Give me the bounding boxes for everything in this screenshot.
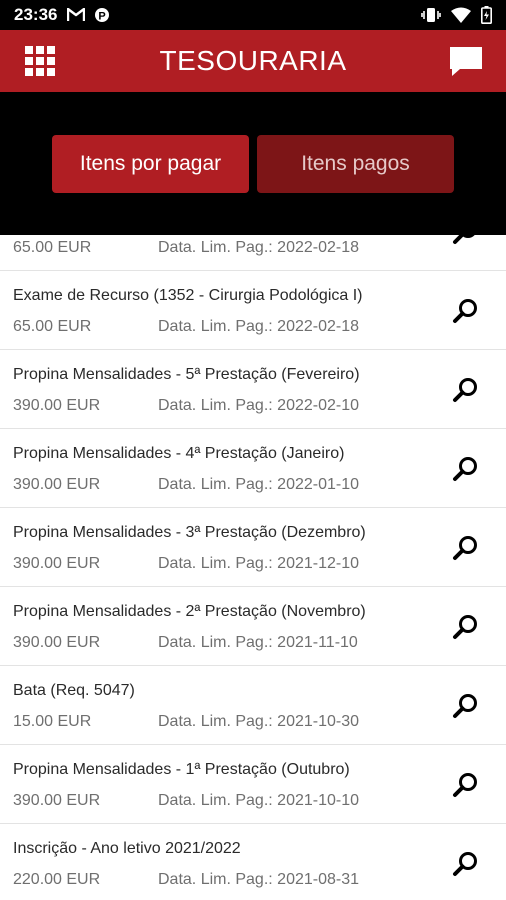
- battery-icon: [481, 6, 492, 24]
- item-due-date: Data. Lim. Pag.: 2022-02-18: [158, 318, 360, 335]
- magnifier-icon[interactable]: [452, 455, 480, 483]
- item-amount: 390.00 EUR: [13, 792, 101, 809]
- magnifier-icon[interactable]: [452, 692, 480, 720]
- item-title: Propina Mensalidades - 3ª Prestação (Dez…: [13, 524, 366, 541]
- magnifier-icon[interactable]: [452, 376, 480, 404]
- page-title: TESOURARIA: [159, 45, 347, 76]
- chat-icon[interactable]: [448, 45, 484, 77]
- item-title: Propina Mensalidades - 2ª Prestação (Nov…: [13, 603, 366, 620]
- item-title: Propina Mensalidades - 1ª Prestação (Out…: [13, 761, 350, 778]
- magnifier-icon[interactable]: [452, 850, 480, 878]
- item-due-date: Data. Lim. Pag.: 2021-12-10: [158, 555, 360, 572]
- list-item[interactable]: Bata (Req. 5047) 15.00 EUR Data. Lim. Pa…: [0, 666, 506, 745]
- list-item[interactable]: Propina Mensalidades - 2ª Prestação (Nov…: [0, 587, 506, 666]
- list-item[interactable]: Propina Mensalidades - 5ª Prestação (Fev…: [0, 350, 506, 429]
- item-amount: 390.00 EUR: [13, 397, 101, 414]
- tab-itens-por-pagar[interactable]: Itens por pagar: [52, 134, 249, 193]
- magnifier-icon[interactable]: [452, 297, 480, 325]
- payment-items-list[interactable]: 65.00 EUR Data. Lim. Pag.: 2022-02-18 Ex…: [0, 235, 506, 900]
- item-amount: 65.00 EUR: [13, 318, 92, 335]
- item-title: Propina Mensalidades - 5ª Prestação (Fev…: [13, 366, 360, 383]
- svg-text:P: P: [99, 11, 106, 23]
- wifi-icon: [451, 7, 471, 23]
- magnifier-icon[interactable]: [452, 613, 480, 641]
- magnifier-icon[interactable]: [452, 235, 480, 246]
- list-item[interactable]: Propina Mensalidades - 4ª Prestação (Jan…: [0, 429, 506, 508]
- item-title: Bata (Req. 5047): [13, 682, 135, 699]
- item-due-date: Data. Lim. Pag.: 2021-11-10: [158, 634, 358, 651]
- item-amount: 390.00 EUR: [13, 634, 101, 651]
- list-item[interactable]: 65.00 EUR Data. Lim. Pag.: 2022-02-18: [0, 235, 506, 271]
- tabs-panel: Itens por pagar Itens pagos: [0, 92, 506, 235]
- status-bar: 23:36 P: [0, 0, 506, 30]
- item-amount: 220.00 EUR: [13, 871, 101, 888]
- status-right: [421, 6, 492, 24]
- magnifier-icon[interactable]: [452, 771, 480, 799]
- item-due-date: Data. Lim. Pag.: 2021-10-10: [158, 792, 360, 809]
- item-due-date: Data. Lim. Pag.: 2021-10-30: [158, 713, 360, 730]
- item-amount: 15.00 EUR: [13, 713, 92, 730]
- gmail-icon: [67, 8, 86, 22]
- item-due-date: Data. Lim. Pag.: 2022-02-18: [158, 239, 360, 256]
- grid-menu-icon[interactable]: [25, 46, 55, 76]
- list-item[interactable]: Inscrição - Ano letivo 2021/2022 220.00 …: [0, 824, 506, 900]
- app-bar: TESOURARIA: [0, 30, 506, 92]
- tab-itens-pagos[interactable]: Itens pagos: [257, 134, 454, 193]
- parking-icon: P: [95, 7, 110, 23]
- list-item[interactable]: Exame de Recurso (1352 - Cirurgia Podoló…: [0, 271, 506, 350]
- magnifier-icon[interactable]: [452, 534, 480, 562]
- vibrate-icon: [421, 7, 441, 23]
- item-title: Inscrição - Ano letivo 2021/2022: [13, 840, 241, 857]
- status-left: 23:36 P: [14, 5, 110, 25]
- item-title: Propina Mensalidades - 4ª Prestação (Jan…: [13, 445, 345, 462]
- item-amount: 390.00 EUR: [13, 476, 101, 493]
- status-time: 23:36: [14, 5, 58, 24]
- list-item[interactable]: Propina Mensalidades - 1ª Prestação (Out…: [0, 745, 506, 824]
- item-amount: 390.00 EUR: [13, 555, 101, 572]
- item-amount: 65.00 EUR: [13, 239, 92, 256]
- item-title: Exame de Recurso (1352 - Cirurgia Podoló…: [13, 287, 363, 304]
- item-due-date: Data. Lim. Pag.: 2021-08-31: [158, 871, 360, 888]
- item-due-date: Data. Lim. Pag.: 2022-01-10: [158, 476, 360, 493]
- list-item[interactable]: Propina Mensalidades - 3ª Prestação (Dez…: [0, 508, 506, 587]
- item-due-date: Data. Lim. Pag.: 2022-02-10: [158, 397, 360, 414]
